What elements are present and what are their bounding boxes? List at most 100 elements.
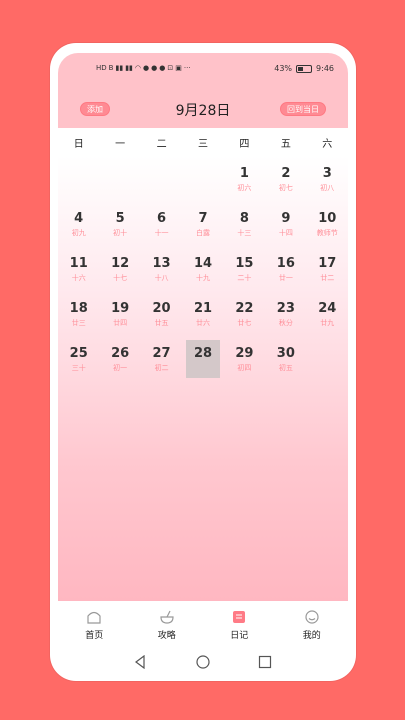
recent-apps-icon[interactable]	[258, 655, 272, 669]
calendar-day[interactable]: 2 初七	[269, 160, 303, 198]
calendar-day[interactable]: 14 十九	[186, 250, 220, 288]
day-number: 8	[239, 211, 249, 226]
signal-icon: ▮▮	[125, 64, 133, 72]
weekday-label: 二	[156, 138, 167, 150]
app-icon: ●	[151, 64, 158, 72]
calendar-day[interactable]: 3 初八	[310, 160, 344, 198]
day-number: 10	[318, 211, 337, 226]
calendar-day[interactable]: 16 廿一	[269, 250, 303, 288]
signal-icon: ▮▮	[115, 64, 124, 72]
calendar-day[interactable]: 30 初五	[269, 340, 303, 378]
app-screen: HD B ▮▮ ▮▮ ◠ ● ● ● ⊡ ▣ ··· 43% 9:46 添加 9…	[58, 53, 348, 681]
calendar-day[interactable]: 27 初二	[145, 340, 179, 378]
tab-profile[interactable]: 我的	[276, 601, 349, 647]
status-icons-left: HD B ▮▮ ▮▮ ◠ ● ● ● ⊡ ▣ ···	[96, 64, 191, 72]
calendar-day[interactable]: 24 廿九	[310, 295, 344, 333]
day-number: 14	[193, 256, 213, 271]
calendar-day[interactable]: 6 十一	[145, 205, 179, 243]
weekday-label: 五	[280, 138, 291, 150]
lunar-date: 廿四	[113, 319, 128, 327]
hd-icon: HD	[96, 64, 107, 72]
calendar-day[interactable]: 5 初十	[103, 205, 137, 243]
calendar-day[interactable]: 13 十八	[145, 250, 179, 288]
tab-diary[interactable]: 日记	[203, 601, 276, 647]
day-number: 19	[111, 301, 130, 316]
calendar-day[interactable]: 18 廿三	[62, 295, 96, 333]
lunar-date: 初十	[113, 229, 128, 237]
lunar-date: 初五	[278, 364, 293, 372]
day-number: 30	[276, 346, 295, 361]
calendar-day[interactable]: 22 廿七	[227, 295, 261, 333]
lunar-date: 三十	[71, 364, 86, 372]
calendar-day[interactable]: 4 初九	[62, 205, 96, 243]
b-icon: B	[108, 64, 114, 72]
back-icon[interactable]	[133, 655, 147, 669]
calendar-day[interactable]: 12 十七	[103, 250, 137, 288]
tab-diary-label: 日记	[230, 631, 249, 641]
app-icon: ▣	[175, 64, 182, 72]
tab-guide-label: 攻略	[157, 631, 176, 641]
day-number: 17	[318, 256, 337, 271]
day-number: 15	[235, 256, 254, 271]
calendar-day[interactable]: 1 初六	[227, 160, 261, 198]
calendar-day[interactable]: 21 廿六	[186, 295, 220, 333]
lunar-date: 初八	[320, 184, 335, 192]
day-number: 29	[235, 346, 254, 361]
calendar-day[interactable]: 28	[186, 340, 220, 378]
day-number: 20	[152, 301, 171, 316]
phone-frame: HD B ▮▮ ▮▮ ◠ ● ● ● ⊡ ▣ ··· 43% 9:46 添加 9…	[50, 43, 356, 681]
lunar-date: 秋分	[278, 319, 293, 327]
day-number: 23	[276, 301, 295, 316]
calendar-day[interactable]: 9 十四	[269, 205, 303, 243]
system-nav-bar	[58, 647, 348, 681]
calendar-day[interactable]: 17 廿二	[310, 250, 344, 288]
day-number: 13	[152, 256, 171, 271]
day-number: 18	[69, 301, 88, 316]
status-icons-right: 43% 9:46	[274, 64, 334, 73]
battery-percent: 43%	[274, 64, 293, 73]
calendar-day[interactable]: 23 秋分	[269, 295, 303, 333]
day-number: 6	[157, 211, 167, 226]
calendar-day[interactable]: 29 初四	[227, 340, 261, 378]
calendar-day[interactable]: 25 三十	[62, 340, 96, 378]
calendar-grid: 1 初六 2 初七 3 初八 4 初九 5 初十 6 十一 7 白露 8 十三 9 十四 10 教师节 11 十六 12 十七…	[58, 156, 348, 601]
day-number: 7	[198, 211, 208, 226]
weekday-label: 日	[73, 138, 84, 150]
lunar-date: 教师节	[316, 229, 338, 237]
lunar-date: 廿三	[71, 319, 86, 327]
home-nav-icon[interactable]	[196, 655, 210, 669]
lunar-date: 廿一	[278, 274, 293, 282]
lunar-date: 廿九	[320, 319, 335, 327]
profile-icon	[305, 610, 319, 624]
day-number: 5	[115, 211, 125, 226]
calendar-day[interactable]: 8 十三	[227, 205, 261, 243]
weekday-label: 三	[197, 138, 208, 150]
calendar-day[interactable]: 7 白露	[186, 205, 220, 243]
day-number: 26	[111, 346, 130, 361]
day-number: 12	[111, 256, 130, 271]
weekday-header: 日一二三四五六	[58, 128, 348, 156]
home-icon	[87, 611, 101, 624]
calendar-day[interactable]: 15 二十	[227, 250, 261, 288]
calendar-day[interactable]: 26 初一	[103, 340, 137, 378]
lunar-date: 廿二	[320, 274, 335, 282]
lunar-date: 十九	[196, 274, 210, 282]
diary-icon	[233, 611, 246, 623]
tab-guide[interactable]: 攻略	[131, 601, 204, 647]
wifi-icon: ◠	[134, 64, 142, 72]
calendar-day[interactable]: 20 廿五	[145, 295, 179, 333]
lunar-date: 二十	[237, 274, 252, 282]
day-number: 2	[281, 166, 291, 181]
lunar-date: 廿五	[154, 319, 169, 327]
calendar-day[interactable]: 10 教师节	[310, 205, 344, 243]
day-number: 3	[322, 166, 332, 181]
lunar-date: 廿七	[237, 319, 252, 327]
calendar-day[interactable]: 11 十六	[62, 250, 96, 288]
calendar-day[interactable]: 19 廿四	[103, 295, 137, 333]
weekday-label: 四	[239, 138, 250, 150]
tab-home[interactable]: 首页	[58, 601, 131, 647]
lunar-date: 十六	[71, 274, 86, 282]
day-number: 27	[152, 346, 171, 361]
back-to-today-button[interactable]: 回到当日	[280, 102, 326, 116]
status-bar: HD B ▮▮ ▮▮ ◠ ● ● ● ⊡ ▣ ··· 43% 9:46	[58, 53, 348, 83]
